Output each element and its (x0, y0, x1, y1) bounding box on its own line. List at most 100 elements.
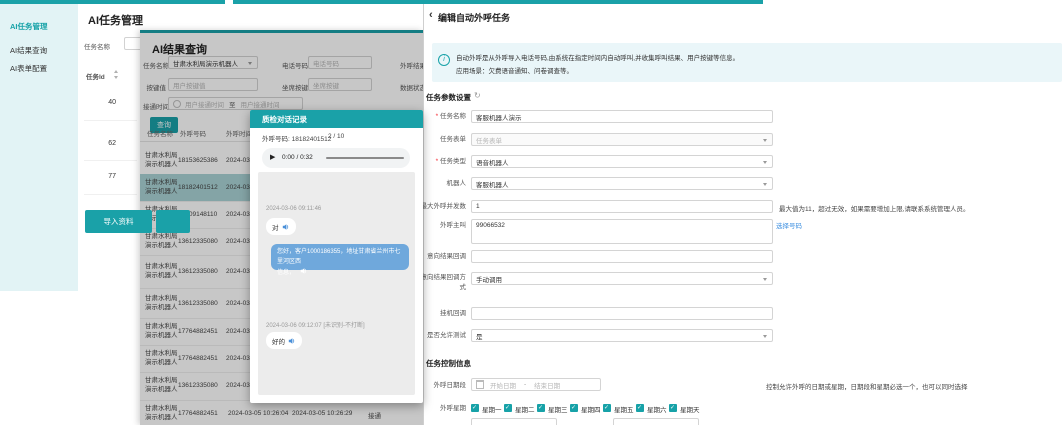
qc-dialog-modal: 质检对话记录 外呼号码: 18182401512 2 / 10 ▶ 0:00 /… (250, 110, 423, 403)
choose-number-link[interactable]: 选择号码 (776, 220, 802, 230)
weekday-label[interactable]: 星期五 (614, 404, 634, 414)
section-task-control: 任务控制信息 (426, 358, 471, 369)
chevron-down-icon (763, 139, 767, 142)
field-caller-number-textarea[interactable]: 99066532 (471, 219, 773, 244)
checkbox-checked-icon[interactable] (504, 404, 512, 412)
screen: AI任务管理 AI结果查询 AI表单配置 AI任务管理 任务名称 任务Id 40… (0, 0, 1063, 425)
checkbox-checked-icon[interactable] (669, 404, 677, 412)
field-task-name-input[interactable]: 客服机器人演示 (471, 110, 773, 123)
weekday-label[interactable]: 星期四 (581, 404, 601, 414)
row-divider (84, 160, 137, 161)
modal-pager[interactable]: 2 / 10 (328, 133, 344, 140)
sidebar-item-ai-result-query[interactable]: AI结果查询 (10, 45, 47, 56)
checkbox-checked-icon[interactable] (636, 404, 644, 412)
modal-phone-label: 外呼号码: 18182401512 (262, 133, 331, 143)
date-start-placeholder: 开始日期 (490, 380, 516, 390)
field-allow-test-select[interactable]: 是 (471, 329, 773, 342)
time-range-start-clipped[interactable] (471, 418, 557, 425)
audio-player[interactable]: ▶ 0:00 / 0:32 (262, 148, 410, 168)
chat-timestamp: 2024-03-06 09:12:07 [未识别-不打断] (266, 320, 365, 329)
date-end-placeholder: 结束日期 (534, 380, 560, 390)
date-range-hint: 控制允许外呼的日期或星期，日期段和星期必选一个，也可以同时选择 (766, 381, 968, 391)
chat-transcript: 2024-03-06 09:11:46 对 您好，客户1000186355，地址… (258, 172, 415, 395)
secondary-action-button-clipped[interactable] (156, 210, 190, 233)
field-label-intent-callback-mode: 意向结果回调方式 (418, 273, 466, 294)
max-concurrency-hint: 最大值为11，超过无效，如果需要增加上限,请联系系统管理人员。 (779, 203, 970, 213)
refresh-icon[interactable]: ↻ (474, 91, 481, 100)
field-value: 是 (476, 331, 483, 341)
row-divider (84, 120, 137, 121)
chat-timestamp: 2024-03-06 09:11:46 (266, 206, 321, 212)
task-panel-title: AI任务管理 (88, 12, 143, 28)
task-name-filter-label: 任务名称 (84, 41, 110, 51)
field-value: 手动调用 (476, 274, 502, 284)
checkbox-checked-icon[interactable] (570, 404, 578, 412)
back-icon[interactable]: ‹ (429, 9, 433, 21)
chat-message-text: 您好，客户1000186355，地址甘肃省兰州市七里河区西 (277, 249, 400, 265)
weekday-label[interactable]: 星期二 (515, 404, 535, 414)
sidebar-item-ai-form-config[interactable]: AI表单配置 (10, 63, 47, 74)
import-data-button[interactable]: 导入资料 (85, 210, 152, 233)
task-id-column-header[interactable]: 任务Id (86, 71, 105, 81)
field-max-concurrency-input[interactable]: 1 (471, 200, 773, 213)
audio-progress-bar[interactable] (326, 157, 404, 159)
field-value: 任务表单 (476, 135, 502, 145)
field-value: 客服机器人演示 (476, 112, 522, 122)
edit-panel-title: 编辑自动外呼任务 (438, 11, 510, 24)
task-id-cell: 77 (96, 173, 116, 180)
info-alert: i 自动外呼是从外呼导入电话号码,由系统在指定时间内自动呼叫,并收集呼叫结果、用… (432, 43, 1062, 82)
section-task-params: 任务参数设置 (426, 92, 471, 103)
task-id-cell: 40 (96, 99, 116, 106)
sort-ascending-icon[interactable] (114, 70, 118, 73)
date-range-separator: - (524, 381, 526, 388)
chat-bubble-customer: 对 (266, 218, 296, 235)
weekday-label[interactable]: 星期天 (680, 404, 700, 414)
weekday-label[interactable]: 星期一 (482, 404, 502, 414)
modal-title: 质检对话记录 (250, 110, 423, 128)
modal-phone-value: 18182401512 (292, 136, 332, 143)
time-range-end-clipped[interactable] (613, 418, 699, 425)
speaker-icon[interactable] (300, 267, 308, 275)
weekday-label[interactable]: 星期三 (548, 404, 568, 414)
checkbox-checked-icon[interactable] (537, 404, 545, 412)
field-value: 99066532 (476, 222, 505, 229)
speaker-icon[interactable] (282, 223, 290, 231)
chat-message-text: 好的 (272, 336, 285, 346)
chevron-down-icon (763, 278, 767, 281)
chevron-down-icon (763, 335, 767, 338)
sidebar-item-ai-task-management[interactable]: AI任务管理 (10, 21, 48, 32)
chevron-down-icon (763, 161, 767, 164)
sort-descending-icon[interactable] (114, 76, 118, 79)
chat-message-text: 信息， (277, 270, 295, 276)
weekday-label[interactable]: 星期六 (647, 404, 667, 414)
field-hangup-callback-input[interactable] (471, 307, 773, 320)
chevron-down-icon (763, 183, 767, 186)
info-text-line1: 自动外呼是从外呼导入电话号码,由系统在指定时间内自动呼叫,并收集呼叫结果、用户按… (456, 52, 739, 62)
calendar-icon (476, 380, 484, 389)
checkbox-checked-icon[interactable] (603, 404, 611, 412)
play-icon[interactable]: ▶ (270, 153, 275, 161)
call-date-range-picker[interactable]: 开始日期 - 结束日期 (471, 378, 601, 391)
field-task-type-select[interactable]: 语音机器人 (471, 155, 773, 168)
speaker-icon[interactable] (288, 337, 296, 345)
field-intent-callback-mode-select[interactable]: 手动调用 (471, 272, 773, 285)
chat-bubble-customer: 好的 (266, 332, 302, 349)
edit-task-panel: ‹ 编辑自动外呼任务 i 自动外呼是从外呼导入电话号码,由系统在指定时间内自动呼… (423, 4, 1063, 425)
player-time: 0:00 / 0:32 (282, 154, 313, 161)
field-value: 语音机器人 (476, 157, 509, 167)
task-id-cell: 62 (96, 140, 116, 147)
chat-message-text: 对 (272, 222, 279, 232)
sidebar: AI任务管理 AI结果查询 AI表单配置 (0, 4, 78, 291)
field-robot-select[interactable]: 客服机器人 (471, 177, 773, 190)
field-label-call-weekdays: 外呼星期 (386, 404, 466, 414)
field-value: 1 (476, 203, 480, 210)
modal-phone-label-text: 外呼号码: (262, 136, 290, 143)
info-icon: i (438, 54, 450, 66)
field-intent-callback-input[interactable] (471, 250, 773, 263)
field-value: 客服机器人 (476, 179, 509, 189)
field-task-form-select[interactable]: 任务表单 (471, 133, 773, 146)
row-divider (84, 194, 137, 195)
chat-bubble-agent: 您好，客户1000186355，地址甘肃省兰州市七里河区西 信息， (271, 244, 409, 270)
info-text-line2: 应用场景：欠费语音通知、问卷调查等。 (456, 65, 573, 75)
checkbox-checked-icon[interactable] (471, 404, 479, 412)
